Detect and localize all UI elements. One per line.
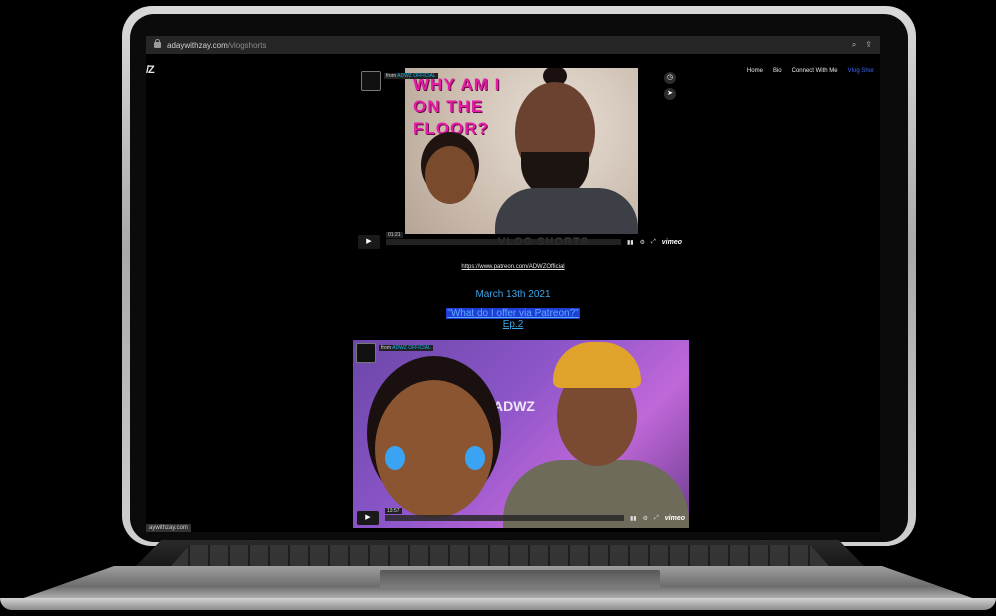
time-tooltip: 01:21: [386, 232, 403, 238]
address-url[interactable]: adaywithzay.com/vlogshorts: [167, 41, 266, 50]
url-path: /vlogshorts: [227, 40, 267, 50]
browser-address-bar[interactable]: adaywithzay.com/vlogshorts ⌕ ⇪: [146, 36, 880, 54]
channel-avatar-2[interactable]: [356, 343, 376, 363]
laptop-screen: adaywithzay.com/vlogshorts ⌕ ⇪ /Z Home B…: [146, 36, 880, 532]
lock-icon: [154, 39, 161, 48]
from-prefix: from: [386, 73, 396, 79]
laptop-front-edge: [0, 598, 996, 610]
background-sign: ADWZ: [493, 398, 535, 414]
settings-icon[interactable]: ⚙: [640, 239, 645, 246]
video-controls-2: ▶ 13:57 ▮▮ ⚙ ⤢ vimeo: [353, 508, 689, 525]
nav-bio[interactable]: Bio: [773, 68, 782, 74]
progress-bar-2[interactable]: 13:57: [385, 508, 624, 521]
zoom-icon[interactable]: ⌕: [852, 40, 856, 50]
from-prefix-2: from: [381, 345, 391, 351]
site-logo[interactable]: /Z: [146, 64, 155, 76]
nav-connect[interactable]: Connect With Me: [792, 68, 838, 74]
video-player-1[interactable]: WHY AM I ON THE FLOOR? from ADWZ OFFICIA…: [358, 68, 686, 255]
play-button[interactable]: ▶: [358, 235, 380, 249]
tear-left: [385, 446, 405, 470]
watch-later-icon[interactable]: ◷: [664, 72, 676, 84]
episode-link[interactable]: Ep.2: [146, 319, 880, 330]
yellow-beanie: [553, 342, 641, 388]
status-bar-url: aywithzay.com: [146, 524, 191, 532]
url-domain: adaywithzay.com: [167, 40, 228, 50]
video-title-art: WHY AM I ON THE FLOOR?: [413, 75, 501, 138]
send-icon[interactable]: ➤: [664, 88, 676, 100]
fullscreen-icon-2[interactable]: ⤢: [654, 515, 659, 522]
from-channel-tag-2[interactable]: from ADWZ OFFICIAL: [379, 345, 433, 351]
post-headline-link[interactable]: "What do I offer via Patreon?": [446, 308, 580, 319]
video-frame-1[interactable]: WHY AM I ON THE FLOOR?: [405, 68, 638, 234]
volume-icon-2[interactable]: ▮▮: [630, 515, 637, 522]
video-player-2[interactable]: ADWZ from ADWZ OFFICIAL ▶ 13:57 ▮▮ ⚙ ⤢ v…: [353, 340, 689, 528]
post-date: March 13th 2021: [475, 289, 551, 300]
laptop-mockup: adaywithzay.com/vlogshorts ⌕ ⇪ /Z Home B…: [0, 0, 996, 616]
share-icon[interactable]: ⇪: [865, 40, 872, 50]
patreon-link[interactable]: https://www.patreon.com/ADWZOfficial: [146, 264, 880, 270]
channel-name: ADWZ OFFICIAL: [397, 73, 436, 79]
vimeo-logo[interactable]: vimeo: [662, 239, 682, 246]
video-frame-2[interactable]: ADWZ: [353, 340, 689, 528]
video-controls-1: ▶ 01:21 ▮▮ ⚙ ⤢ vimeo: [358, 232, 686, 249]
person-shirt: [495, 188, 638, 234]
browser-actions: ⌕ ⇪: [852, 40, 872, 50]
keyboard: [170, 545, 830, 567]
memoji-character: [425, 146, 475, 204]
vimeo-logo-2[interactable]: vimeo: [665, 515, 685, 522]
trackpad: [380, 570, 660, 588]
settings-icon-2[interactable]: ⚙: [643, 515, 648, 522]
fullscreen-icon[interactable]: ⤢: [651, 239, 656, 246]
tear-right: [465, 446, 485, 470]
progress-bar[interactable]: 01:21: [386, 232, 621, 245]
nav-home[interactable]: Home: [747, 68, 763, 74]
channel-avatar[interactable]: [361, 71, 381, 91]
volume-icon[interactable]: ▮▮: [627, 239, 634, 246]
from-channel-tag[interactable]: from ADWZ OFFICIAL: [384, 73, 438, 79]
channel-name-2: ADWZ OFFICIAL: [392, 345, 431, 351]
time-tooltip-2: 13:57: [385, 508, 402, 514]
play-button-2[interactable]: ▶: [357, 511, 379, 525]
site-nav: Home Bio Connect With Me Vlog Shor: [747, 68, 874, 74]
nav-vlog-shorts[interactable]: Vlog Shor: [848, 68, 874, 74]
